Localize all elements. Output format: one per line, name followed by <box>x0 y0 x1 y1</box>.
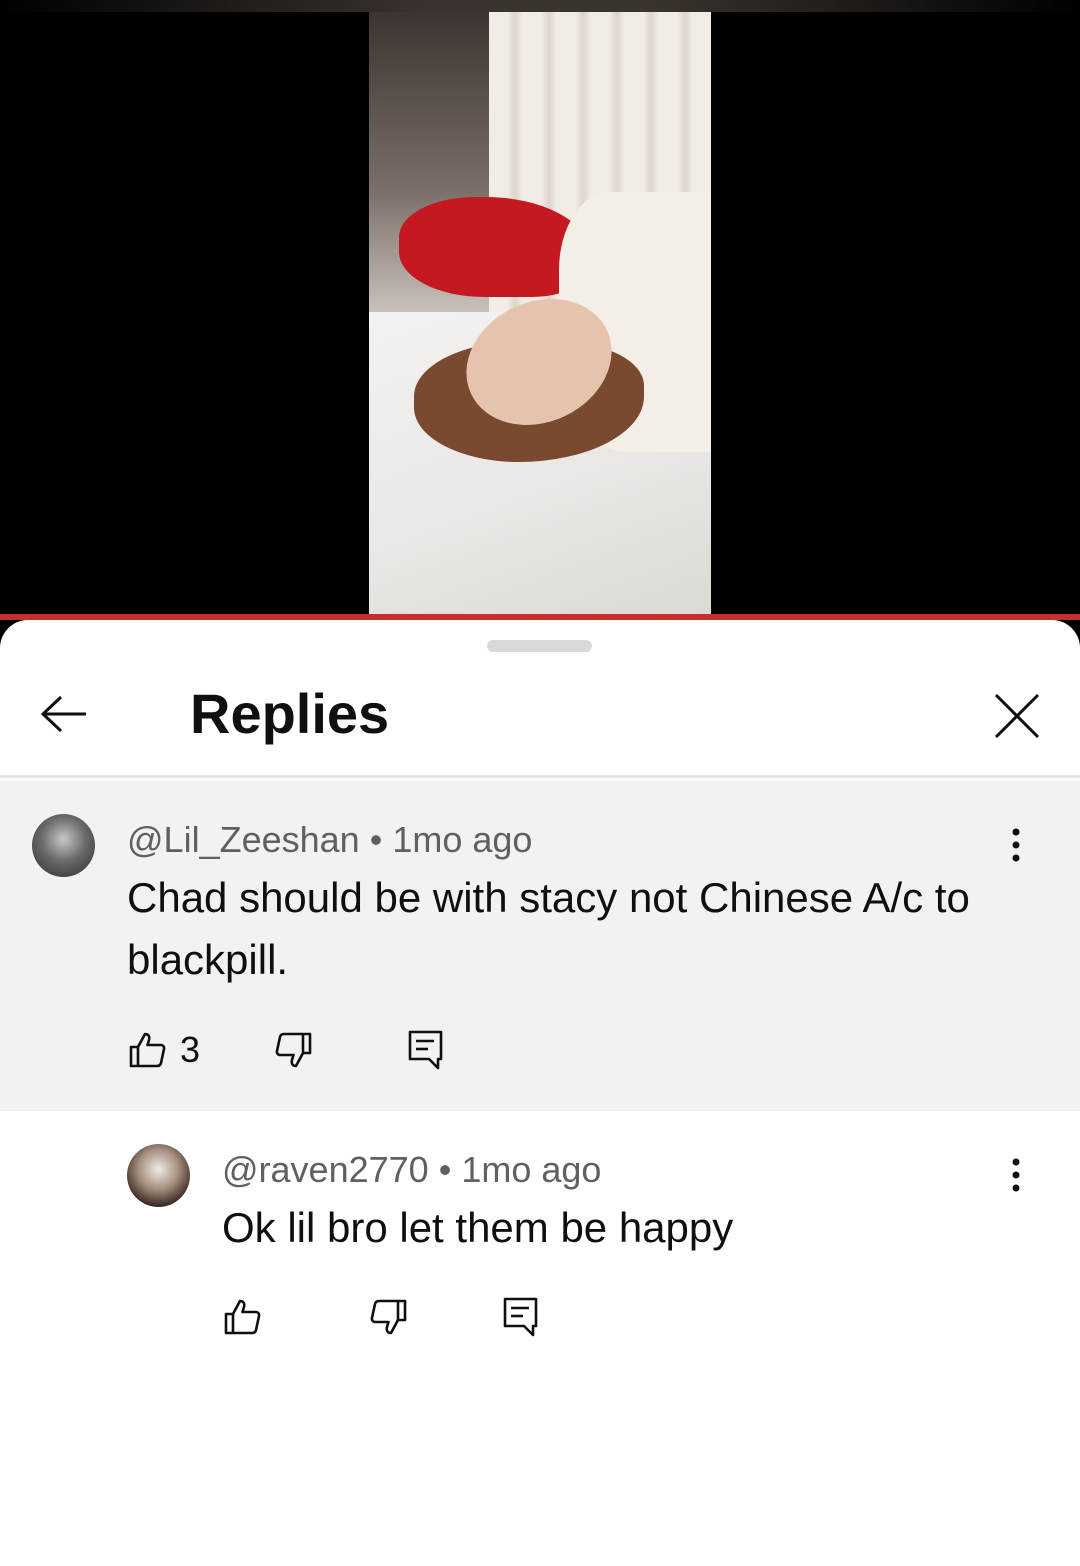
comment-author[interactable]: @Lil_Zeeshan <box>127 819 360 860</box>
meta-separator: • <box>438 1149 452 1190</box>
like-count: 3 <box>180 1029 201 1070</box>
thumb-down-icon <box>370 1299 407 1335</box>
replies-header: Replies <box>0 660 1080 778</box>
dislike-button[interactable] <box>370 1289 408 1345</box>
avatar[interactable] <box>127 1144 190 1207</box>
parent-comment: @Lil_Zeeshan • 1mo ago Chad should be wi… <box>0 781 1080 1111</box>
replies-sheet: Replies @Lil_Zeeshan • 1mo ago Chad shou… <box>0 620 1080 1566</box>
like-button[interactable]: 3 <box>128 1022 200 1078</box>
close-icon <box>994 693 1040 739</box>
dislike-button[interactable] <box>275 1022 313 1078</box>
reply-button[interactable] <box>503 1289 539 1345</box>
comment-text: Chad should be with stacy not Chinese A/… <box>127 874 970 983</box>
meta-separator: • <box>369 819 383 860</box>
drag-handle[interactable] <box>487 640 592 652</box>
comment-meta: @Lil_Zeeshan • 1mo ago <box>127 819 532 861</box>
page-title: Replies <box>190 682 390 745</box>
arrow-left-icon <box>40 695 86 733</box>
video-player[interactable] <box>0 0 1080 620</box>
reply-comment: @raven2770 • 1mo ago Ok lil bro let them… <box>0 1111 1080 1371</box>
more-vert-icon <box>1012 1158 1020 1192</box>
avatar[interactable] <box>32 814 95 877</box>
reply-icon <box>408 1030 443 1070</box>
comment-time: 1mo ago <box>461 1149 602 1190</box>
comment-text: Ok lil bro let them be happy <box>222 1204 734 1251</box>
video-top-gradient <box>0 0 1080 12</box>
more-vert-icon <box>1012 828 1020 862</box>
comment-author[interactable]: @raven2770 <box>222 1149 429 1190</box>
thumb-up-icon <box>129 1032 166 1068</box>
comment-meta: @raven2770 • 1mo ago <box>222 1149 601 1191</box>
comment-time: 1mo ago <box>392 819 533 860</box>
close-button[interactable] <box>985 684 1049 748</box>
comment-more-button[interactable] <box>996 1147 1036 1203</box>
reply-button[interactable] <box>408 1022 444 1078</box>
like-button[interactable] <box>223 1289 275 1345</box>
back-button[interactable] <box>30 686 98 742</box>
reply-icon <box>503 1297 538 1337</box>
comment-more-button[interactable] <box>996 817 1036 873</box>
thumb-up-icon <box>224 1299 261 1335</box>
thumb-down-icon <box>275 1032 312 1068</box>
video-frame[interactable] <box>369 12 711 618</box>
